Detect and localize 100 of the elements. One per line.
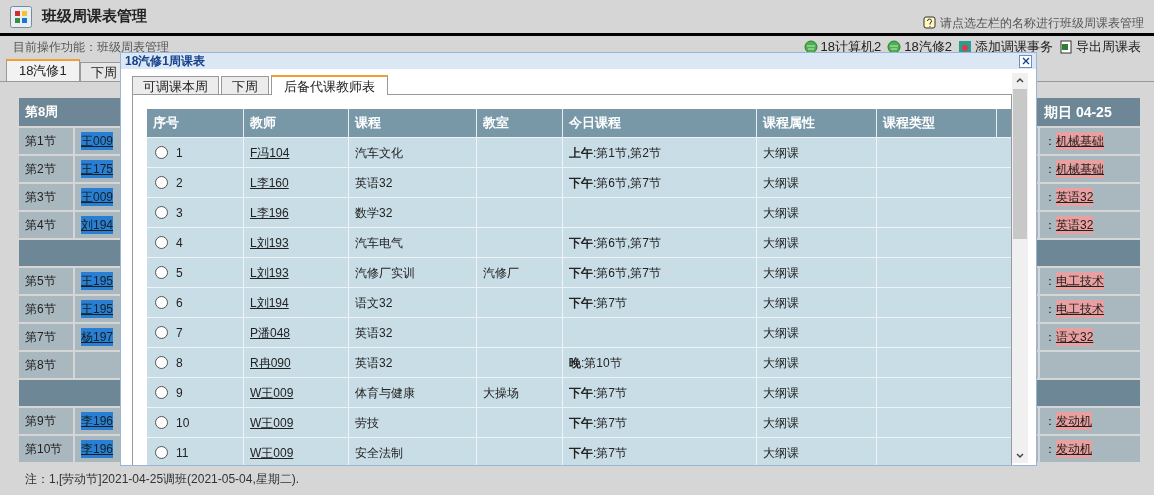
teacher-link[interactable]: W王009 [250,443,294,462]
table-cell-text: 大操场 [483,384,519,402]
table-cell-text: 下午:第7节 [569,294,627,312]
teacher-link[interactable]: P潘048 [250,323,291,342]
radio-button[interactable] [155,296,168,309]
radio-button[interactable] [155,176,168,189]
teacher-link[interactable]: 王009 [81,132,114,150]
teacher-link[interactable]: 王195 [81,272,114,290]
table-cell-text: 大纲课 [763,414,799,432]
app-icon [10,5,32,28]
course-link[interactable]: 机械基础 [1056,160,1104,178]
teacher-link[interactable]: 王175 [81,160,114,178]
radio-button[interactable] [155,266,168,279]
course-link[interactable]: 电工技术 [1056,272,1104,290]
table-cell-text: 下午:第6节,第7节 [569,174,661,192]
table-cell-text: 汽车文化 [355,144,403,162]
table-cell-text: 汽车电气 [355,234,403,252]
period-cell: 第10节 [19,436,73,462]
teacher-link[interactable]: 刘194 [81,216,114,234]
help-icon [923,15,936,30]
course-link[interactable]: 机械基础 [1056,132,1104,150]
separator: ： [1044,161,1056,178]
table-cell-text: 汽修厂实训 [355,264,415,282]
period-cell: 第1节 [19,128,73,154]
radio-button[interactable] [155,236,168,249]
table-cell-text: 大纲课 [763,174,799,192]
course-link[interactable]: 英语32 [1056,216,1094,234]
row-number: 9 [176,384,183,402]
table-cell-text: 数学32 [355,204,393,222]
separator: ： [1044,329,1056,346]
tab[interactable]: 可调课本周 [132,76,219,94]
teacher-link[interactable]: F冯104 [250,143,290,162]
teacher-link[interactable]: 李196 [81,440,114,458]
course-link[interactable]: 电工技术 [1056,300,1104,318]
row-number: 11 [176,444,189,462]
row-number: 7 [176,324,183,342]
table-cell-text: 劳技 [355,414,379,432]
period-cell: 第7节 [19,324,73,350]
course-link[interactable]: 语文32 [1056,328,1094,346]
teacher-link[interactable]: 王009 [81,188,114,206]
row-number: 8 [176,354,183,372]
radio-button[interactable] [155,386,168,399]
close-button[interactable] [1019,54,1032,68]
period-cell: 第2节 [19,156,73,182]
teacher-link[interactable]: 王195 [81,300,114,318]
table-cell-text: 大纲课 [763,444,799,462]
course-link[interactable]: 发动机 [1056,440,1092,458]
teacher-link[interactable]: 李196 [81,412,114,430]
table-cell-text: 上午:第1节,第2节 [569,144,661,162]
note-text: 注：1,[劳动节]2021-04-25调班(2021-05-04,星期二). [25,471,300,488]
teacher-link[interactable]: L刘194 [250,293,289,312]
radio-button[interactable] [155,146,168,159]
teacher-link[interactable]: L刘193 [250,263,289,282]
spreadsheet-icon [1059,40,1073,54]
tab[interactable]: 后备代课教师表 [271,75,388,95]
course-link[interactable]: 英语32 [1056,188,1094,206]
teacher-link[interactable]: L李196 [250,203,289,222]
row-number: 2 [176,174,183,192]
table-cell-text: 大纲课 [763,324,799,342]
table-cell-text: 晚:第10节 [569,354,622,372]
period-cell: 第4节 [19,212,73,238]
globe-icon [803,40,818,54]
row-number: 3 [176,204,183,222]
radio-button[interactable] [155,446,168,459]
table-cell-text: 安全法制 [355,444,403,462]
table-cell-text: 下午:第6节,第7节 [569,264,661,282]
table-cell-text: 下午:第7节 [569,384,627,402]
teacher-link[interactable]: 杨197 [81,328,114,346]
scrollbar[interactable] [1012,73,1028,463]
table-cell-text: 下午:第7节 [569,444,627,462]
table-cell-text: 大纲课 [763,294,799,312]
period-cell: 第6节 [19,296,73,322]
teacher-link[interactable]: L李160 [250,173,289,192]
week-header: 第8周 [24,103,60,122]
action-link[interactable]: 导出周课表 [1059,37,1141,57]
radio-button[interactable] [155,356,168,369]
row-number: 1 [176,144,183,162]
table-cell-text: 大纲课 [763,144,799,162]
tab[interactable]: 18汽修1 [6,59,80,81]
table-cell-text: 语文32 [355,294,393,312]
teacher-link[interactable]: W王009 [250,383,294,402]
teacher-link[interactable]: R冉090 [250,353,291,372]
radio-button[interactable] [155,326,168,339]
row-number: 5 [176,264,183,282]
radio-button[interactable] [155,416,168,429]
separator: ： [1044,133,1056,150]
table-cell-text: 大纲课 [763,234,799,252]
globe-icon [887,40,902,54]
period-cell: 第5节 [19,268,73,294]
teacher-link[interactable]: W王009 [250,413,294,432]
radio-button[interactable] [155,206,168,219]
separator: ： [1044,273,1056,290]
separator: ： [1044,189,1056,206]
table-cell-text: 汽修厂 [483,264,519,282]
separator: ： [1044,441,1056,458]
page-title: 班级周课表管理 [42,6,147,27]
course-link[interactable]: 发动机 [1056,412,1092,430]
teacher-link[interactable]: L刘193 [250,233,289,252]
hint-text: 请点选左栏的名称进行班级周课表管理 [940,14,1144,32]
tab[interactable]: 下周 [221,76,269,94]
